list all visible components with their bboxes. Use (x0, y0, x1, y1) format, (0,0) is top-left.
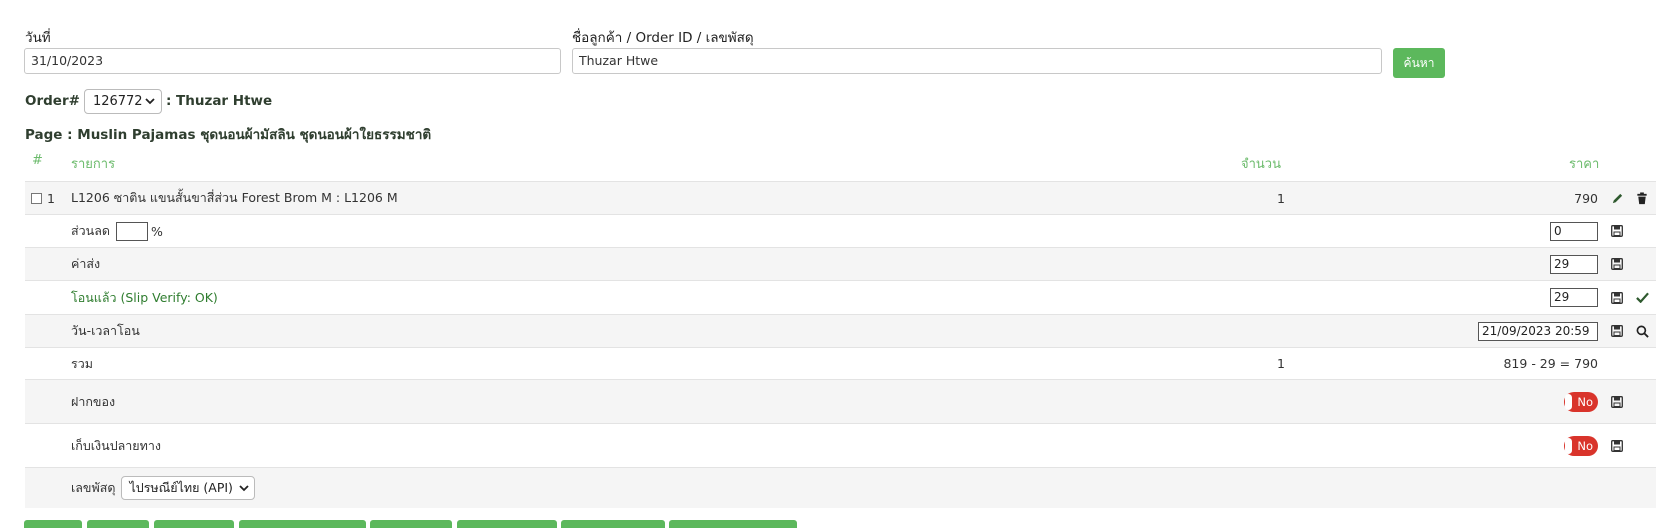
item-index: 1 (47, 190, 55, 206)
item-checkbox[interactable] (31, 182, 42, 214)
date-input[interactable]: 31/10/2023 (24, 48, 561, 74)
save-icon[interactable] (1608, 380, 1626, 423)
order-prefix: Order# (25, 93, 80, 109)
action-button-6[interactable] (457, 520, 557, 528)
cod-toggle[interactable]: No (1564, 435, 1598, 456)
discount-label: ส่วนลด (71, 223, 110, 238)
page-title: Page : Muslin Pajamas ชุดนอนผ้ามัสลิน ชุ… (25, 127, 432, 143)
trash-icon[interactable] (1633, 182, 1651, 214)
cod-toggle-cell: No (1564, 424, 1598, 467)
discount-cell: ส่วนลด % (71, 215, 163, 247)
action-button-5[interactable] (370, 520, 452, 528)
col-header-item: รายการ (71, 157, 116, 172)
save-icon[interactable] (1608, 315, 1626, 347)
transfer-time-cell: 21/09/2023 20:59 (1478, 315, 1598, 347)
action-button-2[interactable] (87, 520, 149, 528)
table-row-shipping: ค่าส่ง 29 (25, 247, 1656, 280)
shipping-value-input[interactable]: 29 (1550, 254, 1598, 274)
search-icon[interactable] (1633, 315, 1651, 347)
item-price: 790 (1574, 190, 1598, 206)
item-qty: 1 (1277, 190, 1285, 206)
table-row-transfer-time: วัน-เวลาโอน 21/09/2023 20:59 (25, 314, 1656, 347)
carrier-value: ไปรษณีย์ไทย (API) (129, 480, 233, 495)
item-name: L1206 ซาติน แขนสั้นขาสี่ส่วน Forest Brom… (71, 190, 398, 205)
table-row-transferred: โอนแล้ว (Slip Verify: OK) 29 (25, 280, 1656, 314)
cod-label: เก็บเงินปลายทาง (71, 437, 161, 453)
order-header: Order# 126772 : Thuzar Htwe (25, 88, 272, 114)
table-row-discount: ส่วนลด % 0 (25, 214, 1656, 247)
total-value: 819 - 29 = 790 (1503, 356, 1598, 371)
transferred-value-cell: 29 (1550, 281, 1598, 314)
order-page: วันที่ 31/10/2023 ชื่อลูกค้า / Order ID … (0, 0, 1677, 528)
table-row-cod: เก็บเงินปลายทาง No (25, 423, 1656, 467)
shipping-value-cell: 29 (1550, 248, 1598, 280)
deposit-label: ฝากของ (71, 393, 116, 409)
col-header-price: ราคา (1569, 157, 1600, 172)
action-button-1[interactable] (24, 520, 82, 528)
action-button-8[interactable] (669, 520, 797, 528)
table-row-tracking: เลขพัสดุ ไปรษณีย์ไทย (API) (25, 467, 1656, 508)
transfer-time-input[interactable]: 21/09/2023 20:59 (1478, 321, 1598, 341)
percent-sign: % (150, 223, 163, 239)
save-icon[interactable] (1608, 215, 1626, 247)
deposit-toggle[interactable]: No (1564, 391, 1598, 412)
check-icon[interactable] (1633, 281, 1651, 314)
discount-value-cell: 0 (1550, 215, 1598, 247)
action-button-3[interactable] (154, 520, 234, 528)
order-customer-name: : Thuzar Htwe (165, 93, 273, 109)
save-icon[interactable] (1608, 424, 1626, 467)
order-id-select[interactable]: 126772 (83, 88, 162, 114)
transferred-label: โอนแล้ว (Slip Verify: OK) (71, 289, 218, 305)
deposit-toggle-cell: No (1564, 380, 1598, 423)
save-icon[interactable] (1608, 248, 1626, 280)
order-id-value: 126772 (92, 93, 143, 109)
table-row-deposit: ฝากของ No (25, 379, 1656, 423)
chevron-down-icon (239, 485, 249, 492)
table-row-item: 1 L1206 ซาติน แขนสั้นขาสี่ส่วน Forest Br… (25, 181, 1656, 214)
edit-icon[interactable] (1608, 182, 1626, 214)
transferred-value-input[interactable]: 29 (1550, 288, 1598, 307)
tracking-label: เลขพัสดุ (71, 480, 116, 495)
transfer-time-label: วัน-เวลาโอน (71, 323, 140, 338)
tracking-cell: เลขพัสดุ ไปรษณีย์ไทย (API) (71, 468, 255, 508)
col-header-qty: จำนวน (1241, 157, 1281, 172)
total-qty: 1 (1277, 356, 1285, 371)
col-header-index: # (32, 153, 43, 168)
total-label: รวม (71, 355, 93, 371)
discount-percent-input[interactable] (115, 221, 148, 241)
action-button-7[interactable] (561, 520, 665, 528)
chevron-down-icon (145, 98, 155, 105)
table-row-total: รวม 1 819 - 29 = 790 (25, 347, 1656, 379)
save-icon[interactable] (1608, 281, 1626, 314)
customer-search-input[interactable]: Thuzar Htwe (572, 48, 1382, 74)
shipping-label: ค่าส่ง (71, 256, 101, 271)
action-button-4[interactable] (239, 520, 366, 528)
search-button[interactable]: ค้นหา (1393, 48, 1445, 78)
customer-search-label: ชื่อลูกค้า / Order ID / เลขพัสดุ (572, 30, 754, 46)
date-label: วันที่ (25, 30, 51, 46)
discount-value-input[interactable]: 0 (1550, 221, 1598, 241)
carrier-select[interactable]: ไปรษณีย์ไทย (API) (121, 476, 255, 500)
